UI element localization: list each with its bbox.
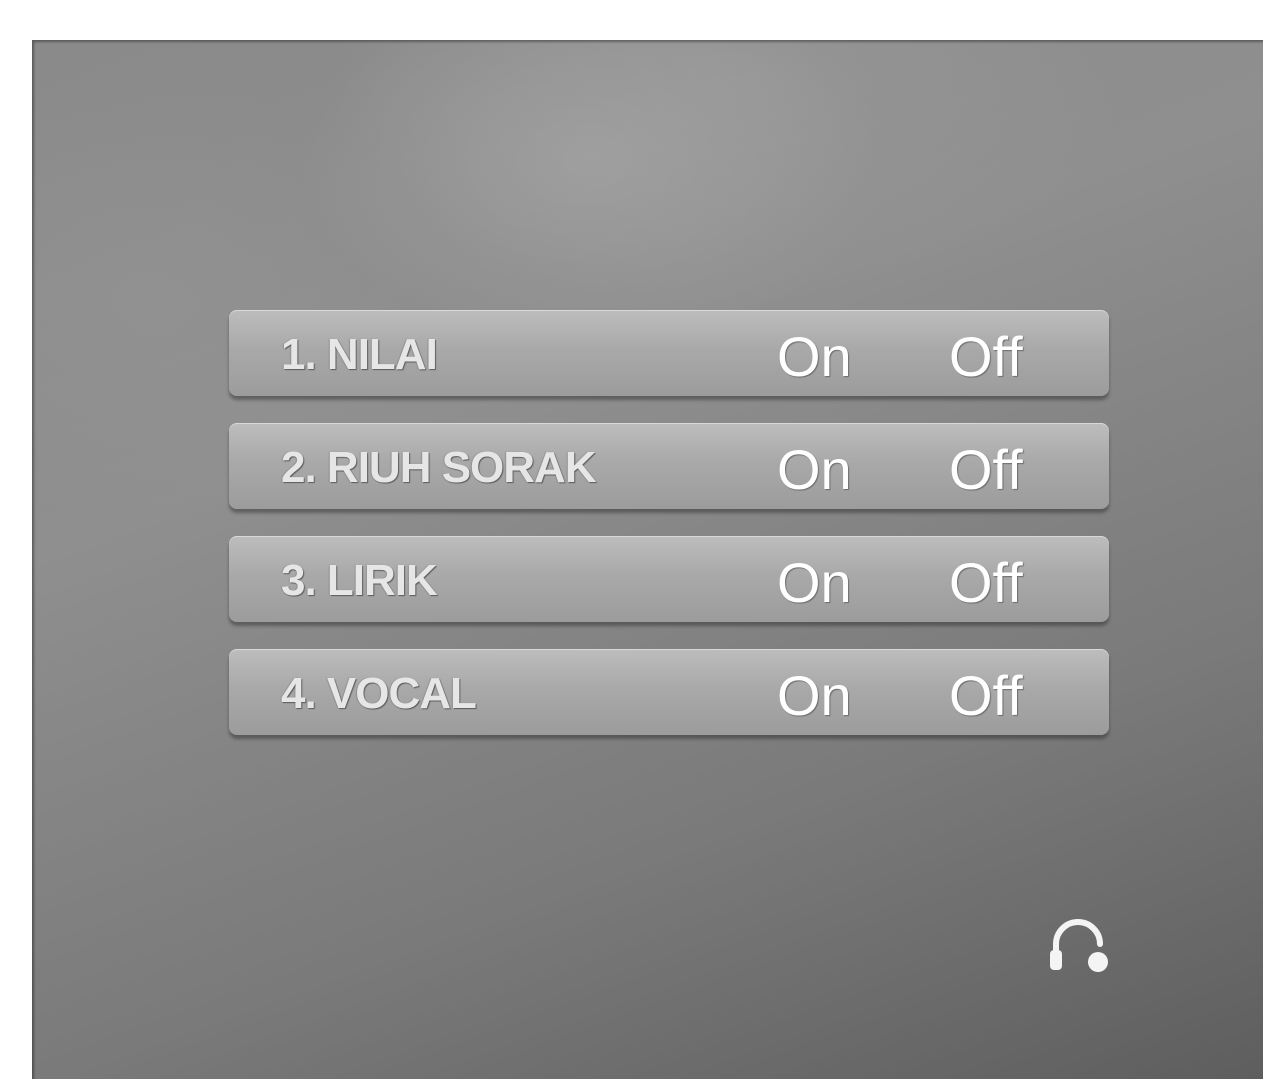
option-off[interactable]: Off: [949, 324, 1023, 389]
menu-row-lirik[interactable]: 3. LIRIK On Off: [229, 536, 1109, 622]
option-off[interactable]: Off: [949, 550, 1023, 615]
menu-row-nilai[interactable]: 1. NILAI On Off: [229, 310, 1109, 396]
option-off[interactable]: Off: [949, 437, 1023, 502]
option-on[interactable]: On: [777, 324, 852, 389]
menu-row-label: 2. RIUH SORAK: [281, 443, 597, 492]
menu-row-label: 4. VOCAL: [281, 669, 477, 718]
karaoke-menu: 1. NILAI On Off 2. RIUH SORAK On Off 3. …: [229, 310, 1109, 762]
option-on[interactable]: On: [777, 437, 852, 502]
option-off[interactable]: Off: [949, 663, 1023, 728]
osd-screen: 1. NILAI On Off 2. RIUH SORAK On Off 3. …: [32, 40, 1263, 1079]
menu-row-vocal[interactable]: 4. VOCAL On Off: [229, 649, 1109, 735]
menu-row-label: 3. LIRIK: [281, 556, 438, 605]
option-on[interactable]: On: [777, 550, 852, 615]
headphone-icon: [1050, 919, 1108, 972]
option-on[interactable]: On: [777, 663, 852, 728]
menu-row-riuh-sorak[interactable]: 2. RIUH SORAK On Off: [229, 423, 1109, 509]
menu-row-label: 1. NILAI: [281, 330, 438, 379]
